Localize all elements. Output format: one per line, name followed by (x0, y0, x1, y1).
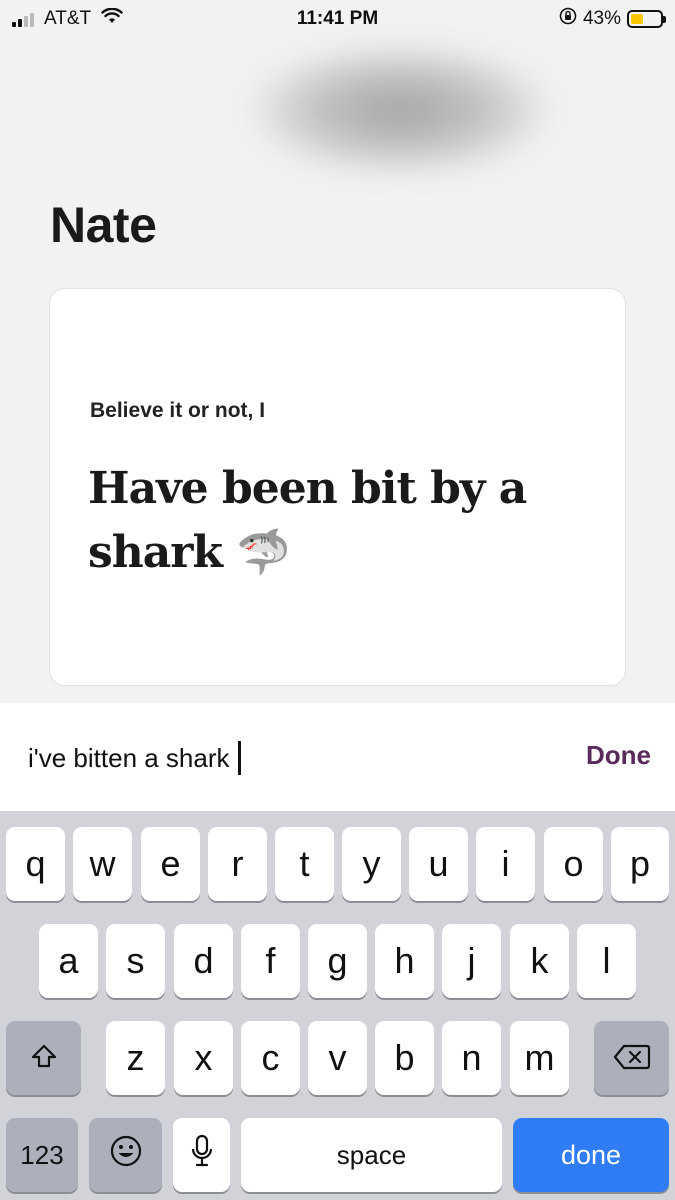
key-i[interactable]: i (476, 827, 535, 901)
key-v[interactable]: v (308, 1021, 367, 1095)
key-r[interactable]: r (208, 827, 267, 901)
prompt-card[interactable]: Believe it or not, I Have been bit by a … (49, 288, 626, 686)
key-d[interactable]: d (174, 924, 233, 998)
return-done-key[interactable]: done (513, 1118, 669, 1192)
key-o[interactable]: o (544, 827, 603, 901)
space-key[interactable]: space (241, 1118, 502, 1192)
comment-input-bar: i've bitten a shark Done (0, 703, 675, 811)
prompt-answer: Have been bit by a shark 🦈 (88, 463, 527, 578)
key-e[interactable]: e (141, 827, 200, 901)
battery-percent: 43% (582, 8, 621, 29)
shift-icon (30, 1037, 58, 1079)
shift-key[interactable] (6, 1021, 81, 1095)
status-bar: AT&T 11:41 PM 43% (0, 0, 675, 40)
prompt-question: Believe it or not, I (90, 399, 266, 422)
text-caret (237, 741, 241, 775)
profile-name: Nate (50, 197, 157, 253)
orientation-lock-icon (559, 7, 577, 31)
key-p[interactable]: p (611, 827, 669, 901)
key-n[interactable]: n (442, 1021, 501, 1095)
numbers-key[interactable]: 123 (6, 1118, 78, 1192)
key-h[interactable]: h (375, 924, 434, 998)
comment-input-value: i've bitten a shark (28, 742, 230, 773)
key-k[interactable]: k (510, 924, 569, 998)
key-l[interactable]: l (577, 924, 636, 998)
key-f[interactable]: f (241, 924, 300, 998)
backspace-icon (613, 1037, 651, 1079)
done-button[interactable]: Done (586, 740, 651, 771)
key-t[interactable]: t (275, 827, 334, 901)
dictation-key[interactable] (173, 1118, 230, 1192)
keyboard: q w e r t y u i o p a s d f g h j k l z … (0, 811, 675, 1200)
key-z[interactable]: z (106, 1021, 165, 1095)
key-q[interactable]: q (6, 827, 65, 901)
key-x[interactable]: x (174, 1021, 233, 1095)
key-w[interactable]: w (73, 827, 132, 901)
key-c[interactable]: c (241, 1021, 300, 1095)
key-m[interactable]: m (510, 1021, 569, 1095)
key-b[interactable]: b (375, 1021, 434, 1095)
key-j[interactable]: j (442, 924, 501, 998)
status-right: 43% (559, 7, 666, 31)
battery-fill (631, 14, 644, 24)
key-y[interactable]: y (342, 827, 401, 901)
comment-input[interactable]: i've bitten a shark (28, 741, 241, 775)
backspace-key[interactable] (594, 1021, 669, 1095)
battery-icon (627, 10, 666, 28)
key-u[interactable]: u (409, 827, 468, 901)
emoji-key[interactable] (89, 1118, 162, 1192)
key-s[interactable]: s (106, 924, 165, 998)
blurred-profile-photo (250, 45, 550, 175)
emoji-icon (109, 1134, 143, 1177)
key-a[interactable]: a (39, 924, 98, 998)
key-g[interactable]: g (308, 924, 367, 998)
microphone-icon (191, 1134, 213, 1177)
